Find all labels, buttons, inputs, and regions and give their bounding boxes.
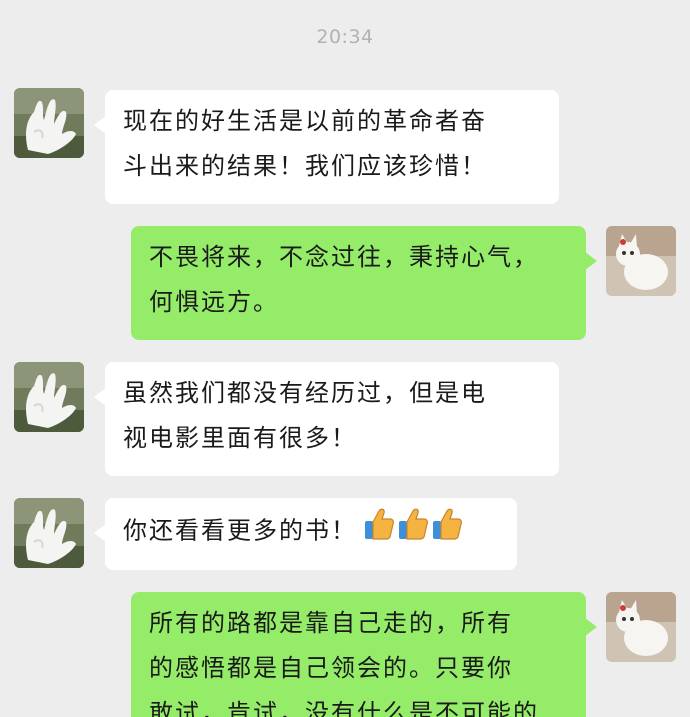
message-bubble-incoming[interactable]: 虽然我们都没有经历过，但是电 视电影里面有很多！: [94, 362, 559, 476]
message-text-line: 不畏将来，不念过往，秉持心气，: [149, 243, 539, 271]
message-text-line: 视电影里面有很多！: [123, 424, 357, 452]
contact-avatar[interactable]: [14, 88, 84, 158]
white-cat-avatar-icon: [606, 226, 676, 296]
message-text-line: 虽然我们都没有经历过，但是电: [123, 379, 487, 407]
message-text-line: 的感悟都是自己领会的。只要你: [149, 654, 513, 682]
message-text-line: 斗出来的结果！我们应该珍惜！: [123, 152, 487, 180]
message-bubble-incoming[interactable]: 你还看看更多的书！: [94, 498, 517, 570]
emoji-group: [361, 507, 463, 556]
message-text-line: 你还看看更多的书！: [123, 507, 499, 556]
message-text-line: 所有的路都是靠自己走的，所有: [149, 609, 513, 637]
message-text: 你还看看更多的书！: [123, 516, 357, 545]
contact-avatar[interactable]: [14, 362, 84, 432]
message-text-line: 敢试，肯试，没有什么是不可能的: [149, 699, 539, 717]
message-bubble-outgoing[interactable]: 所有的路都是靠自己走的，所有 的感悟都是自己领会的。只要你 敢试，肯试，没有什么…: [131, 592, 597, 717]
thumbs-up-icon: [363, 507, 395, 556]
hand-sculpture-avatar-icon: [14, 498, 84, 568]
contact-avatar[interactable]: [14, 498, 84, 568]
chat-view: 20:34 现在的好生活是以前的革命者奋 斗出来的结果！我们应该珍惜！ 不畏将来…: [0, 0, 690, 717]
message-bubble-outgoing[interactable]: 不畏将来，不念过往，秉持心气， 何惧远方。: [131, 226, 597, 340]
hand-sculpture-avatar-icon: [14, 88, 84, 158]
message-text-line: 何惧远方。: [149, 288, 279, 316]
message-text-line: 现在的好生活是以前的革命者奋: [123, 107, 487, 135]
self-avatar[interactable]: [606, 226, 676, 296]
thumbs-up-icon: [397, 507, 429, 556]
hand-sculpture-avatar-icon: [14, 362, 84, 432]
white-cat-avatar-icon: [606, 592, 676, 662]
message-bubble-incoming[interactable]: 现在的好生活是以前的革命者奋 斗出来的结果！我们应该珍惜！: [94, 90, 559, 204]
thumbs-up-icon: [431, 507, 463, 556]
message-timestamp: 20:34: [316, 26, 374, 48]
self-avatar[interactable]: [606, 592, 676, 662]
